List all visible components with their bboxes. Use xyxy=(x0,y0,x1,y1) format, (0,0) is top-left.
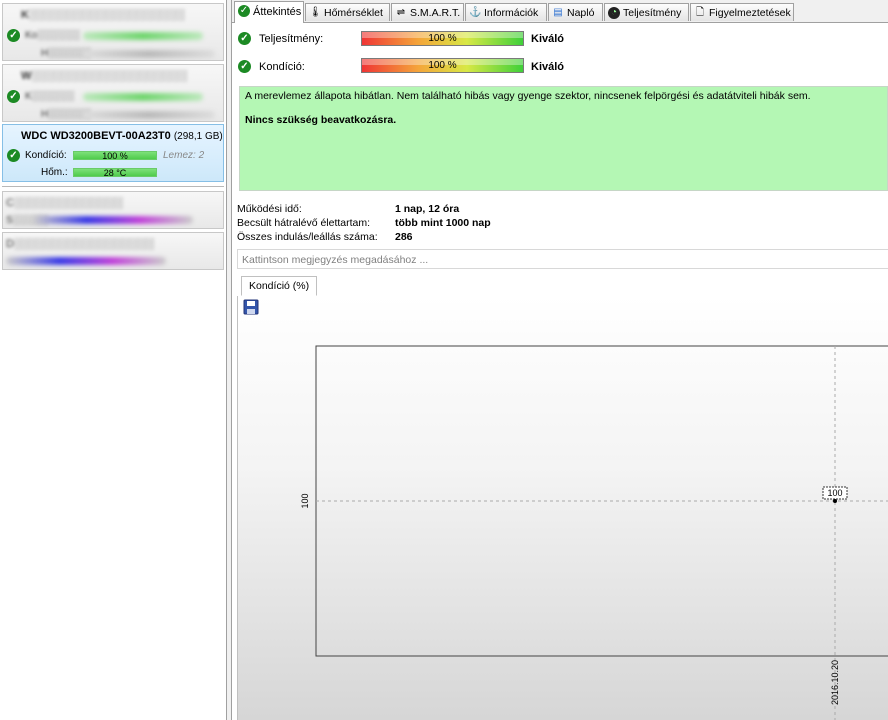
comment-field[interactable]: Kattintson megjegyzés megadásához ... xyxy=(237,249,888,269)
status-message-box: A merevlemez állapota hibátlan. Nem talá… xyxy=(239,86,888,191)
lifetime-value: több mint 1000 nap xyxy=(395,217,491,229)
blurred-bar xyxy=(83,111,215,119)
smart-icon: ⇌ xyxy=(396,7,406,18)
device-name: C░░░░░░░░░░░░░░ xyxy=(6,197,124,209)
temp-label: Hőm.: xyxy=(41,167,68,178)
startstop-value: 286 xyxy=(395,231,413,243)
performance-label: Teljesítmény: xyxy=(259,33,324,45)
info-icon: ⚓ xyxy=(469,7,482,18)
main-panel: ✓ Áttekintés 🌡 Hőmérséklet ⇌ S.M.A.R.T. … xyxy=(232,0,888,720)
device-item-2[interactable]: D░░░░░░░░░░░░░░░░░░ xyxy=(2,232,224,270)
check-circle-icon: ✓ xyxy=(238,5,250,17)
ok-check-icon: ✓ xyxy=(7,90,20,103)
thermometer-icon: 🌡 xyxy=(309,7,322,18)
lifetime-label: Becsült hátralévő élettartam: xyxy=(237,217,371,229)
ok-check-icon: ✓ xyxy=(7,29,20,42)
disk-item-1[interactable]: K░░░░░░░░░░░░░░░░░░░░ ✓ Ko░░░░░░ H░░░░░░ xyxy=(2,3,224,61)
performance-rating: Kiváló xyxy=(531,33,565,45)
tab-information[interactable]: ⚓ Információk xyxy=(465,3,547,21)
health-rating: Kiváló xyxy=(531,61,565,73)
tab-smart[interactable]: ⇌ S.M.A.R.T. xyxy=(391,3,464,21)
temp-bar: 28 °C xyxy=(73,168,157,178)
disk-item-2[interactable]: W░░░░░░░░░░░░░░░░░░░░ ✓ K░░░░░░ H░░░░░░ xyxy=(2,64,224,122)
log-icon: ▤ xyxy=(553,7,563,18)
chart-tab-bar: Kondíció (%) xyxy=(237,276,888,297)
separator xyxy=(2,186,224,187)
blurred-bar xyxy=(83,50,215,58)
tab-bar: ✓ Áttekintés 🌡 Hőmérséklet ⇌ S.M.A.R.T. … xyxy=(232,0,888,23)
blurred-bar xyxy=(83,32,203,40)
chart-plot: 100 2016.10.20 100 xyxy=(300,345,888,720)
ok-check-icon: ✓ xyxy=(238,60,251,73)
health-label: Kondíció: xyxy=(259,61,305,73)
disk-list-sidebar: K░░░░░░░░░░░░░░░░░░░░ ✓ Ko░░░░░░ H░░░░░░… xyxy=(0,0,227,720)
health-bar: 100 % xyxy=(361,58,524,73)
status-text: A merevlemez állapota hibátlan. Nem talá… xyxy=(245,90,811,102)
ok-check-icon: ✓ xyxy=(7,149,20,162)
health-bar: 100 % xyxy=(73,151,157,161)
disk-health-label: Ko░░░░░░ xyxy=(25,30,80,41)
disk-name: K░░░░░░░░░░░░░░░░░░░░ xyxy=(21,9,185,21)
tab-performance[interactable]: ◔ Teljesítmény xyxy=(604,3,689,21)
health-chart: 100 2016.10.20 100 xyxy=(237,296,888,720)
data-label: 100 xyxy=(827,488,842,498)
alerts-icon: 🗋 xyxy=(695,7,705,18)
x-tick-label: 2016.10.20 xyxy=(830,660,840,705)
disk-size: (298,1 GB) xyxy=(173,131,223,142)
uptime-label: Működési idő: xyxy=(237,203,302,215)
tab-overview[interactable]: ✓ Áttekintés xyxy=(234,1,304,23)
startstop-label: Összes indulás/leállás száma: xyxy=(237,231,378,243)
performance-bar: 100 % xyxy=(361,31,524,46)
status-action: Nincs szükség beavatkozásra. xyxy=(245,114,397,126)
disk-number: Lemez: 2 xyxy=(163,150,205,161)
device-item-1[interactable]: C░░░░░░░░░░░░░░ S░░░░░ xyxy=(2,191,224,229)
disk-name: W░░░░░░░░░░░░░░░░░░░░ xyxy=(21,70,188,82)
blurred-bar xyxy=(83,93,203,101)
uptime-value: 1 nap, 12 óra xyxy=(395,203,460,215)
tab-temperature[interactable]: 🌡 Hőmérséklet xyxy=(305,3,390,21)
performance-icon: ◔ xyxy=(608,7,620,19)
health-label: Kondíció: xyxy=(25,150,67,161)
ok-check-icon: ✓ xyxy=(238,32,251,45)
blurred-bar xyxy=(33,216,193,224)
device-name: D░░░░░░░░░░░░░░░░░░ xyxy=(6,238,155,250)
data-point xyxy=(833,499,837,503)
disk-item-selected[interactable]: WDC WD3200BEVT-00A23T0 (298,1 GB) ✓ Kond… xyxy=(2,124,224,182)
tab-health-chart[interactable]: Kondíció (%) xyxy=(241,276,318,296)
blurred-bar xyxy=(6,257,166,265)
disk-health-label: K░░░░░░ xyxy=(25,91,75,102)
tab-log[interactable]: ▤ Napló xyxy=(548,3,603,21)
disk-name: WDC WD3200BEVT-00A23T0 (298,1 GB) xyxy=(21,130,223,142)
y-tick-label: 100 xyxy=(300,493,310,508)
tab-alerts[interactable]: 🗋 Figyelmeztetések xyxy=(690,3,794,21)
